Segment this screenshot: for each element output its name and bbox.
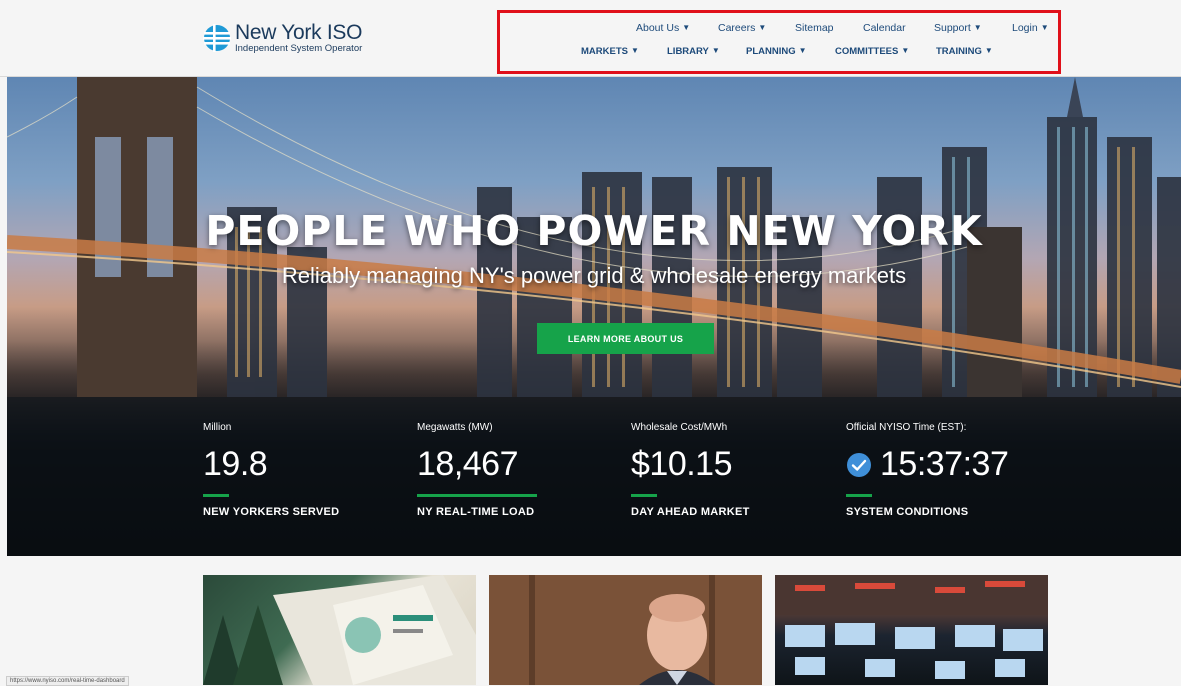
hero-subtitle: Reliably managing NY's power grid & whol… bbox=[281, 263, 907, 288]
chevron-down-icon: ▼ bbox=[901, 46, 910, 55]
logo-globe-icon bbox=[203, 23, 231, 52]
stat-unit: Official NYISO Time (EST): bbox=[846, 422, 967, 433]
hero-banner: PEOPLE WHO POWER NEW YORK Reliably manag… bbox=[7, 77, 1181, 556]
stat-unit: Million bbox=[203, 422, 232, 433]
nav-support[interactable]: Support ▼ bbox=[934, 22, 982, 34]
chevron-down-icon: ▼ bbox=[682, 23, 691, 32]
chevron-down-icon: ▼ bbox=[630, 46, 639, 55]
site-header: New York ISO Independent System Operator… bbox=[0, 0, 1181, 95]
news-card-control-room[interactable] bbox=[775, 575, 1048, 685]
chevron-down-icon: ▼ bbox=[984, 46, 993, 55]
stat-accent-bar bbox=[846, 494, 872, 497]
stat-accent-bar bbox=[631, 494, 657, 497]
chevron-down-icon: ▼ bbox=[798, 46, 807, 55]
nav-calendar[interactable]: Calendar bbox=[863, 22, 906, 34]
stat-label: SYSTEM CONDITIONS bbox=[846, 506, 969, 518]
chevron-down-icon: ▼ bbox=[711, 46, 720, 55]
stat-unit: Wholesale Cost/MWh bbox=[631, 422, 728, 433]
card-image bbox=[489, 575, 762, 685]
primary-navigation: About Us ▼ Careers ▼ Sitemap Calendar Supp… bbox=[497, 10, 1061, 95]
stat-label: DAY AHEAD MARKET bbox=[631, 506, 750, 518]
stat-accent-bar bbox=[203, 494, 229, 497]
stat-value: 18,467 bbox=[417, 445, 519, 483]
logo-subtitle: Independent System Operator bbox=[235, 43, 363, 54]
nav-about-us[interactable]: About Us ▼ bbox=[636, 22, 690, 34]
learn-more-button[interactable]: LEARN MORE ABOUT US bbox=[537, 323, 714, 354]
nav-training[interactable]: TRAINING ▼ bbox=[936, 46, 993, 57]
nav-sitemap[interactable]: Sitemap bbox=[795, 22, 834, 34]
official-time: 15:37:37 bbox=[880, 445, 1009, 483]
stat-value: $10.15 bbox=[631, 445, 733, 483]
stat-real-time-load[interactable]: Megawatts (MW) 18,467 NY REAL-TIME LOAD bbox=[417, 422, 617, 518]
hero-title: PEOPLE WHO POWER NEW YORK bbox=[205, 207, 983, 255]
stat-accent-bar bbox=[417, 494, 537, 497]
chevron-down-icon: ▼ bbox=[1040, 23, 1049, 32]
stat-label: NY REAL-TIME LOAD bbox=[417, 506, 535, 518]
stat-new-yorkers-served[interactable]: Million 19.8 NEW YORKERS SERVED bbox=[203, 422, 403, 518]
chevron-down-icon: ▼ bbox=[973, 23, 982, 32]
check-circle-icon bbox=[847, 452, 871, 477]
nav-committees[interactable]: COMMITTEES ▼ bbox=[835, 46, 909, 57]
card-image bbox=[203, 575, 476, 685]
card-image bbox=[775, 575, 1048, 679]
nav-library[interactable]: LIBRARY ▼ bbox=[667, 46, 720, 57]
nyiso-logo[interactable]: New York ISO Independent System Operator bbox=[203, 22, 362, 54]
logo-title: New York ISO bbox=[235, 21, 363, 44]
stat-label: NEW YORKERS SERVED bbox=[203, 506, 340, 518]
news-card-report[interactable] bbox=[203, 575, 476, 685]
stat-unit: Megawatts (MW) bbox=[417, 422, 493, 433]
stat-system-conditions[interactable]: Official NYISO Time (EST): 15:37:37 SYST… bbox=[846, 422, 1046, 518]
news-card-person[interactable] bbox=[489, 575, 762, 685]
stat-day-ahead-market[interactable]: Wholesale Cost/MWh $10.15 DAY AHEAD MARK… bbox=[631, 422, 831, 518]
chevron-down-icon: ▼ bbox=[758, 23, 767, 32]
nav-markets[interactable]: MARKETS ▼ bbox=[581, 46, 639, 57]
nav-login[interactable]: Login ▼ bbox=[1012, 22, 1049, 34]
stat-value-row: 15:37:37 bbox=[846, 445, 1046, 484]
stat-value: 19.8 bbox=[203, 445, 268, 483]
nav-careers[interactable]: Careers ▼ bbox=[718, 22, 766, 34]
nav-planning[interactable]: PLANNING ▼ bbox=[746, 46, 807, 57]
